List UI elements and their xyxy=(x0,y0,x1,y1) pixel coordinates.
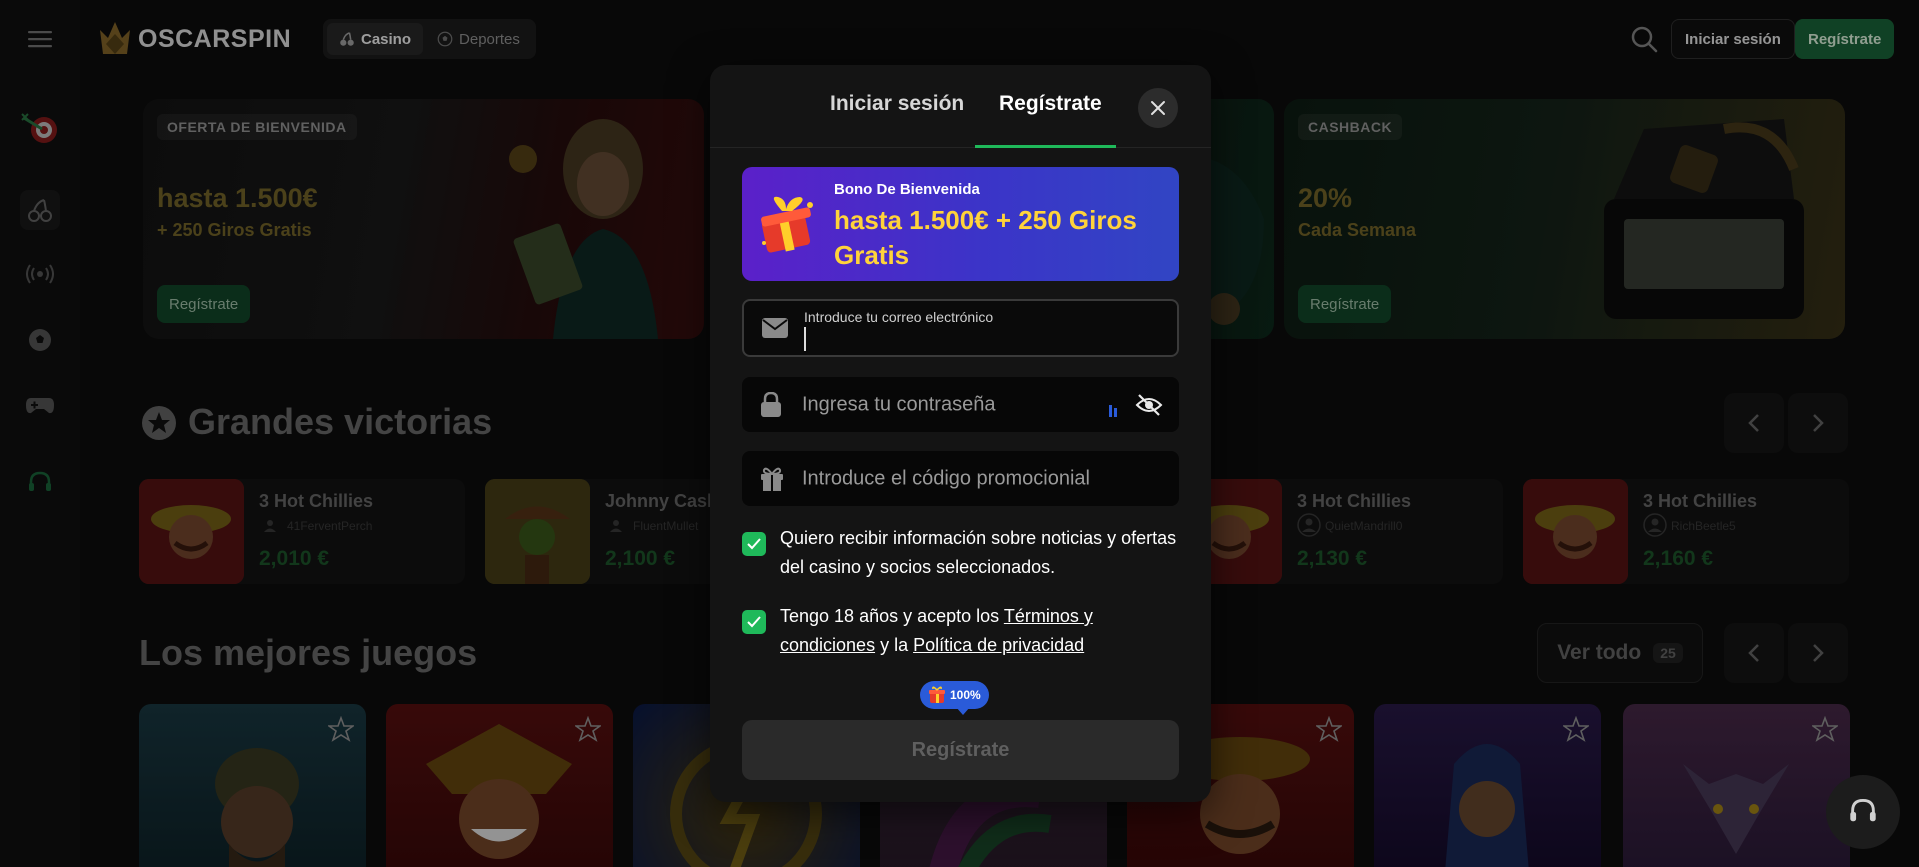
terms-text-before: Tengo 18 años y acepto los xyxy=(780,606,1004,626)
terms-text-mid: y la xyxy=(875,635,914,655)
modal-tabs: Iniciar sesión Regístrate xyxy=(710,65,1211,148)
terms-consent-text: Tengo 18 años y acepto los Términos y co… xyxy=(780,602,1180,660)
eye-slash-icon[interactable] xyxy=(1135,393,1163,417)
password-manager-icon[interactable] xyxy=(1109,403,1119,417)
tab-register[interactable]: Regístrate xyxy=(999,92,1102,116)
lock-icon xyxy=(761,391,781,417)
marketing-consent-text: Quiero recibir información sobre noticia… xyxy=(780,528,1177,577)
support-chat-button[interactable] xyxy=(1826,775,1900,849)
promo-code-field[interactable]: Introduce el código promocionial xyxy=(742,451,1179,506)
email-field[interactable]: Introduce tu correo electrónico xyxy=(742,299,1179,357)
privacy-link[interactable]: Política de privacidad xyxy=(913,635,1084,655)
close-icon xyxy=(1151,101,1165,115)
auth-modal: Iniciar sesión Regístrate Bono De Bienve… xyxy=(710,65,1211,802)
app-root: OSCARSPIN Casino Deportes Iniciar sesión… xyxy=(0,0,1919,867)
active-tab-indicator xyxy=(975,145,1116,148)
email-field-label: Introduce tu correo electrónico xyxy=(804,309,994,325)
check-icon xyxy=(747,538,761,550)
submit-register-button[interactable]: Regístrate xyxy=(742,720,1179,780)
gift-icon xyxy=(761,467,783,491)
tab-login[interactable]: Iniciar sesión xyxy=(830,92,964,116)
bonus-progress-value: 100% xyxy=(950,688,981,702)
bonus-text: hasta 1.500€ + 250 Giros Gratis xyxy=(834,205,1137,270)
password-field[interactable]: Ingresa tu contraseña xyxy=(742,377,1179,432)
gift-icon xyxy=(761,196,813,253)
bonus-progress-badge: 100% xyxy=(920,681,989,709)
envelope-icon xyxy=(762,318,788,338)
marketing-consent-checkbox[interactable] xyxy=(742,532,766,556)
check-icon xyxy=(747,616,761,628)
terms-consent-checkbox[interactable] xyxy=(742,610,766,634)
terms-consent-row: Tengo 18 años y acepto los Términos y co… xyxy=(742,602,1180,660)
password-placeholder: Ingresa tu contraseña xyxy=(802,393,996,415)
badge-pointer xyxy=(956,707,970,715)
welcome-bonus-card: Bono De Bienvenida hasta 1.500€ + 250 Gi… xyxy=(742,167,1179,281)
marketing-consent-row: Quiero recibir información sobre noticia… xyxy=(742,524,1180,582)
gift-icon xyxy=(929,686,945,703)
headset-icon xyxy=(1850,799,1876,822)
close-button[interactable] xyxy=(1138,88,1178,128)
bonus-label: Bono De Bienvenida xyxy=(834,181,980,198)
email-input[interactable] xyxy=(804,327,1154,351)
promo-code-placeholder: Introduce el código promocionial xyxy=(802,467,1090,489)
